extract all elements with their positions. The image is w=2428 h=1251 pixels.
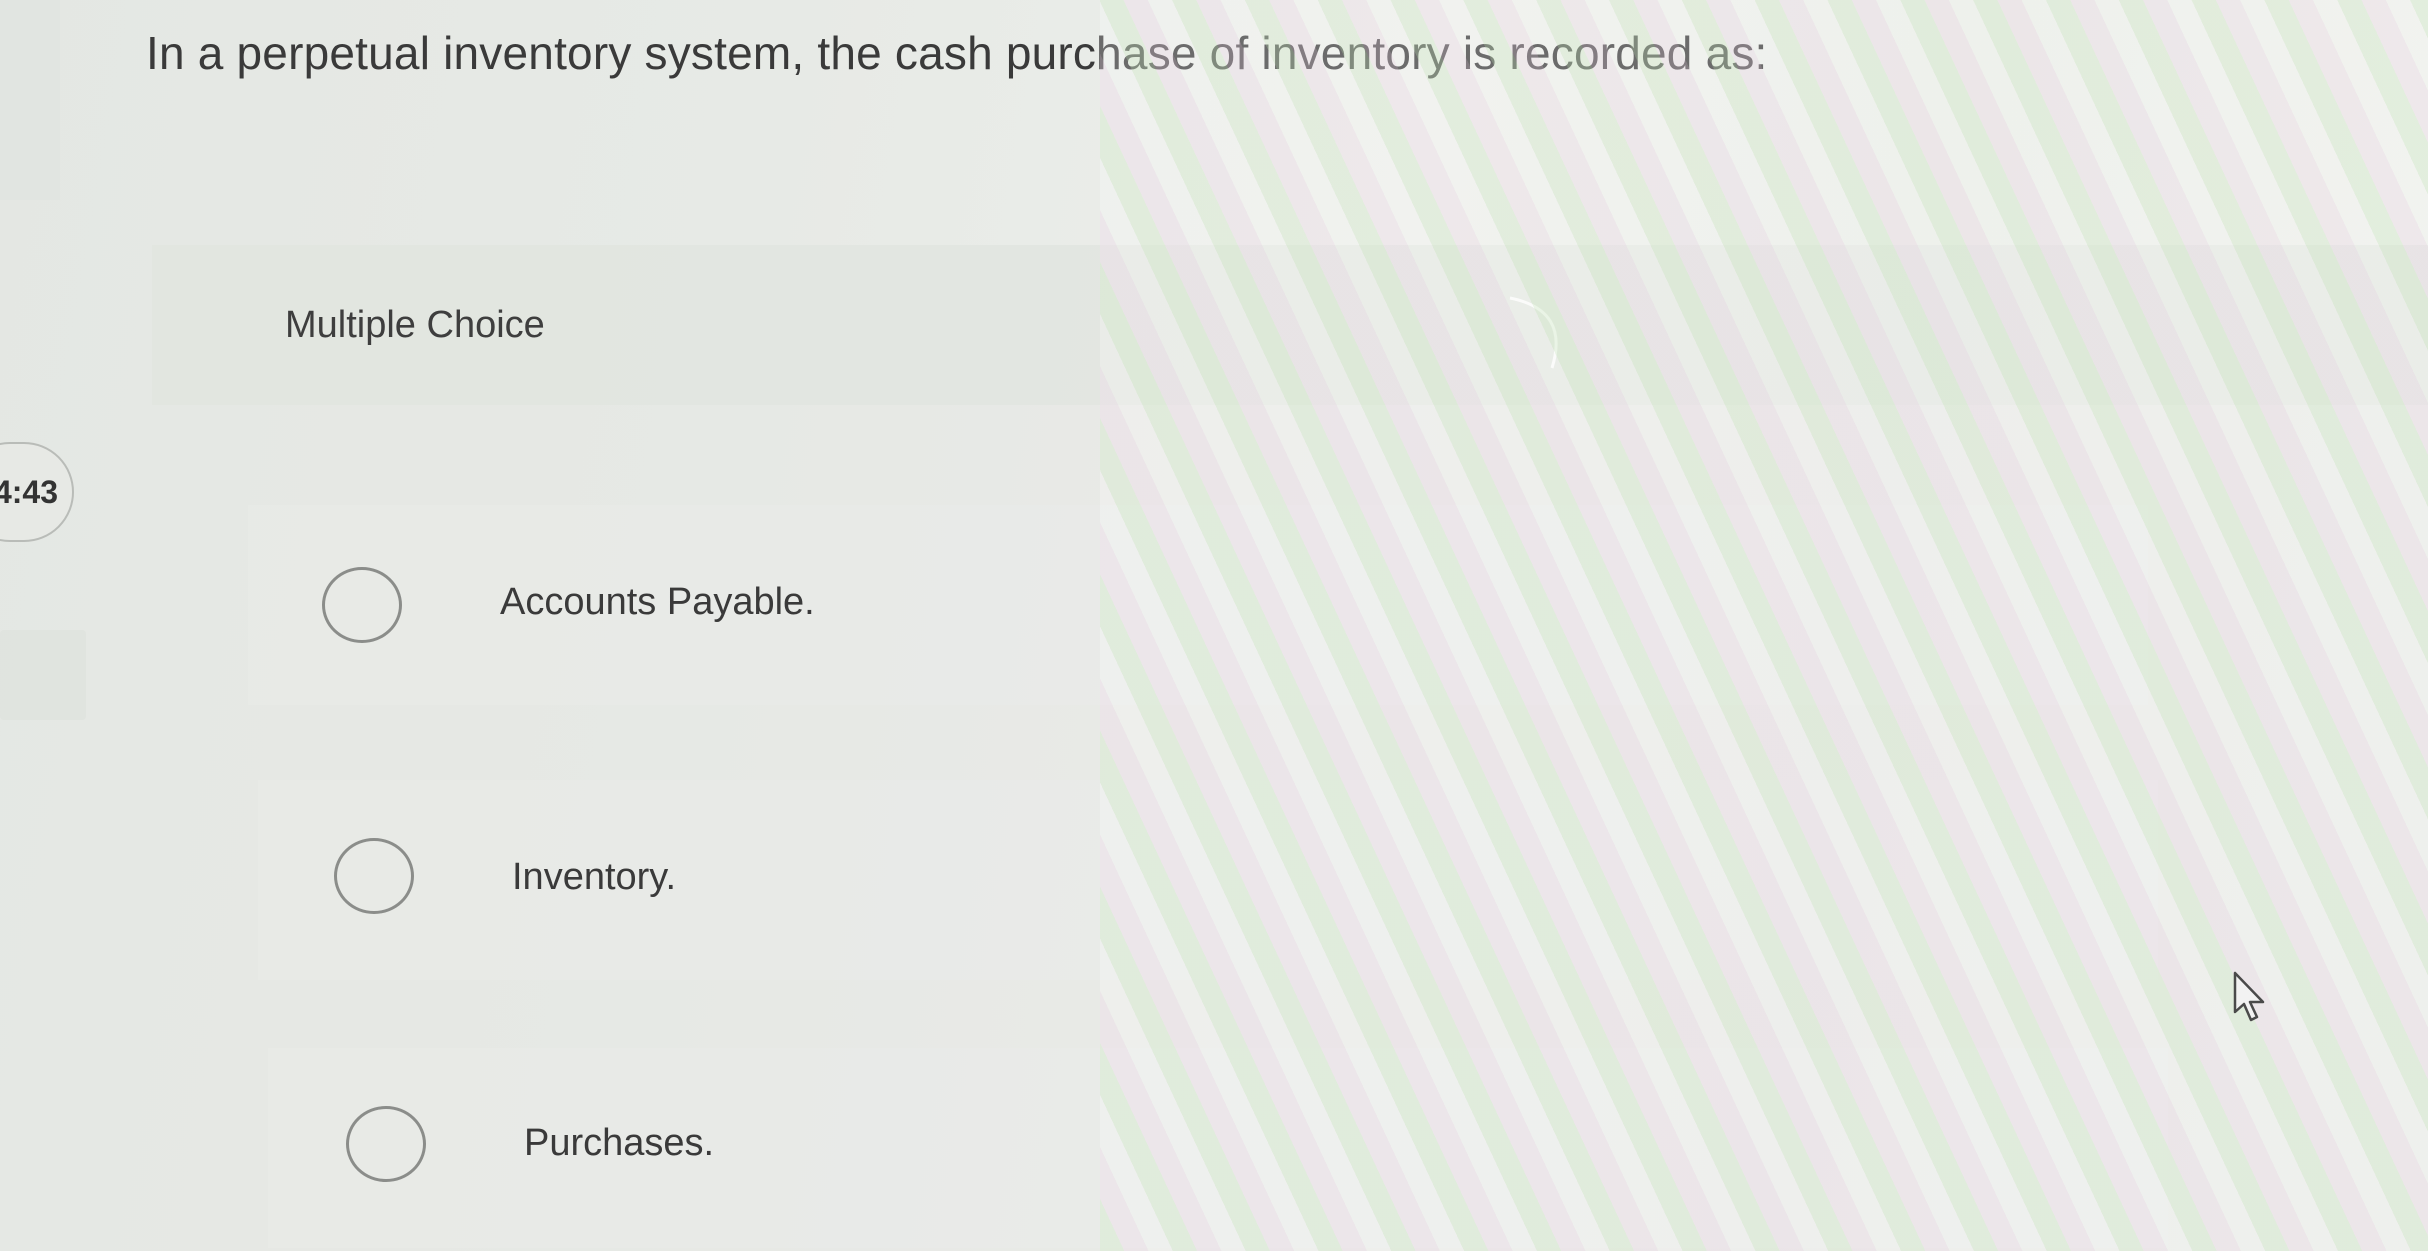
option-label: Purchases. xyxy=(524,1122,715,1164)
option-label: Inventory. xyxy=(512,856,677,898)
question-type-label: Multiple Choice xyxy=(285,304,545,346)
option-label: Accounts Payable. xyxy=(500,581,815,623)
sidebar-edge xyxy=(0,0,60,200)
answer-option-accounts-payable[interactable]: Accounts Payable. xyxy=(248,505,2148,705)
radio-circle-icon[interactable] xyxy=(334,838,414,914)
radio-circle-icon[interactable] xyxy=(322,567,402,643)
mouse-pointer-icon xyxy=(2233,971,2265,1022)
timer-badge[interactable]: 4:43 xyxy=(0,442,74,542)
radio-circle-icon[interactable] xyxy=(346,1106,426,1182)
timer-text: 4:43 xyxy=(0,473,58,510)
question-text: In a perpetual inventory system, the cas… xyxy=(146,27,1768,79)
decorative-arc-icon xyxy=(1509,296,1558,369)
sidebar-box xyxy=(0,630,86,720)
answer-option-inventory[interactable]: Inventory. xyxy=(258,780,2158,980)
answer-option-purchases[interactable]: Purchases. xyxy=(268,1048,2168,1248)
